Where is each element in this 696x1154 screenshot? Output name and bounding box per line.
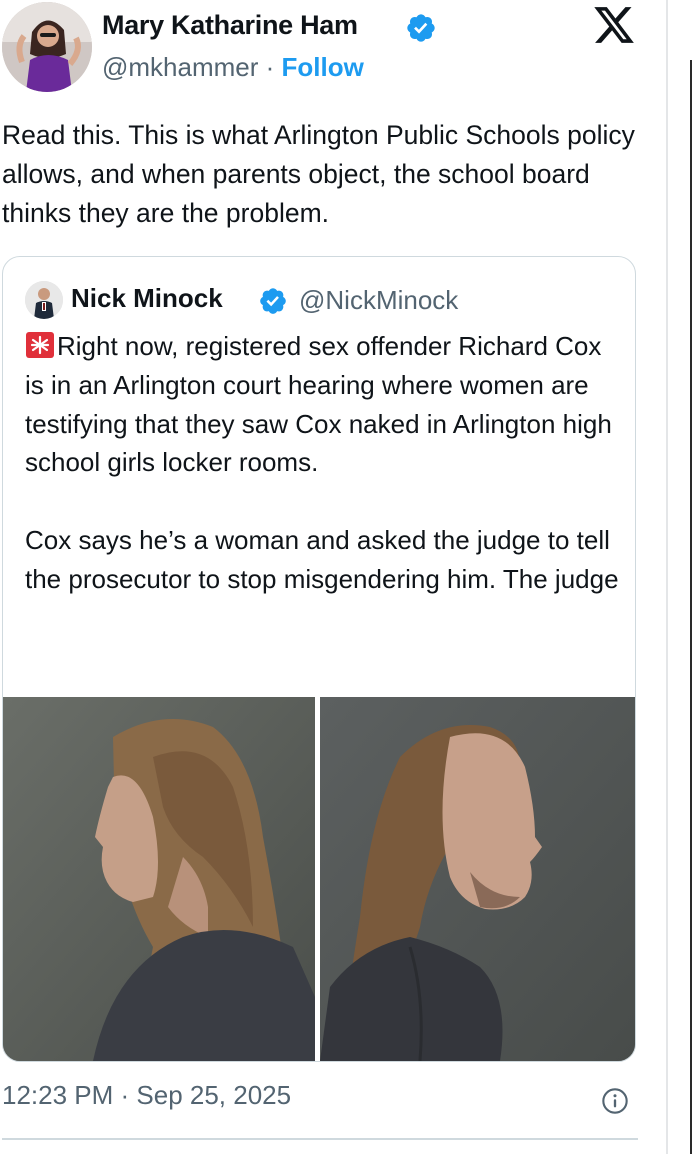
mugshot-right-image <box>320 697 635 1061</box>
quote-paragraph-1: Right now, registered sex offender Richa… <box>25 327 625 482</box>
quote-author-name[interactable]: Nick Minock <box>71 283 223 314</box>
mugshot-left-image <box>3 697 315 1061</box>
quote-author-handle[interactable]: @NickMinock <box>299 285 458 316</box>
author-avatar[interactable] <box>2 2 92 92</box>
tweet-timestamp[interactable]: 12:23 PM · Sep 25, 2025 <box>2 1080 291 1111</box>
quote-paragraph-2: Cox says he’s a woman and asked the judg… <box>25 524 619 594</box>
handle-separator: · <box>258 52 282 82</box>
tweet-text: Read this. This is what Arlington Public… <box>2 120 635 228</box>
quote-author-avatar[interactable] <box>25 281 63 319</box>
author-handle[interactable]: @mkhammer <box>102 52 258 82</box>
page-edge-shadow <box>690 60 692 1154</box>
quote-avatar-image <box>25 281 63 319</box>
siren-emoji-icon <box>26 332 54 358</box>
follow-button[interactable]: Follow <box>282 52 364 82</box>
author-handle-row: @mkhammer · Follow <box>102 52 364 83</box>
page-edge-divider <box>666 0 668 1154</box>
author-name[interactable]: Mary Katharine Ham <box>102 10 358 41</box>
quoted-tweet-card[interactable]: Nick Minock @NickMinock Right now, regis… <box>2 256 636 1062</box>
quote-paragraph-1-text: Right now, registered sex offender Richa… <box>25 331 612 478</box>
mugshot-profile-left[interactable] <box>3 697 315 1061</box>
verified-badge-icon <box>407 14 435 42</box>
avatar-image <box>2 2 92 92</box>
bottom-divider <box>2 1138 638 1140</box>
info-icon[interactable] <box>601 1087 629 1115</box>
quote-text: Right now, registered sex offender Richa… <box>25 327 625 599</box>
quote-verified-badge-icon <box>260 288 286 314</box>
mugshot-profile-right[interactable] <box>320 697 635 1061</box>
quote-photo-grid <box>3 697 635 1061</box>
x-logo-icon[interactable] <box>592 3 636 47</box>
